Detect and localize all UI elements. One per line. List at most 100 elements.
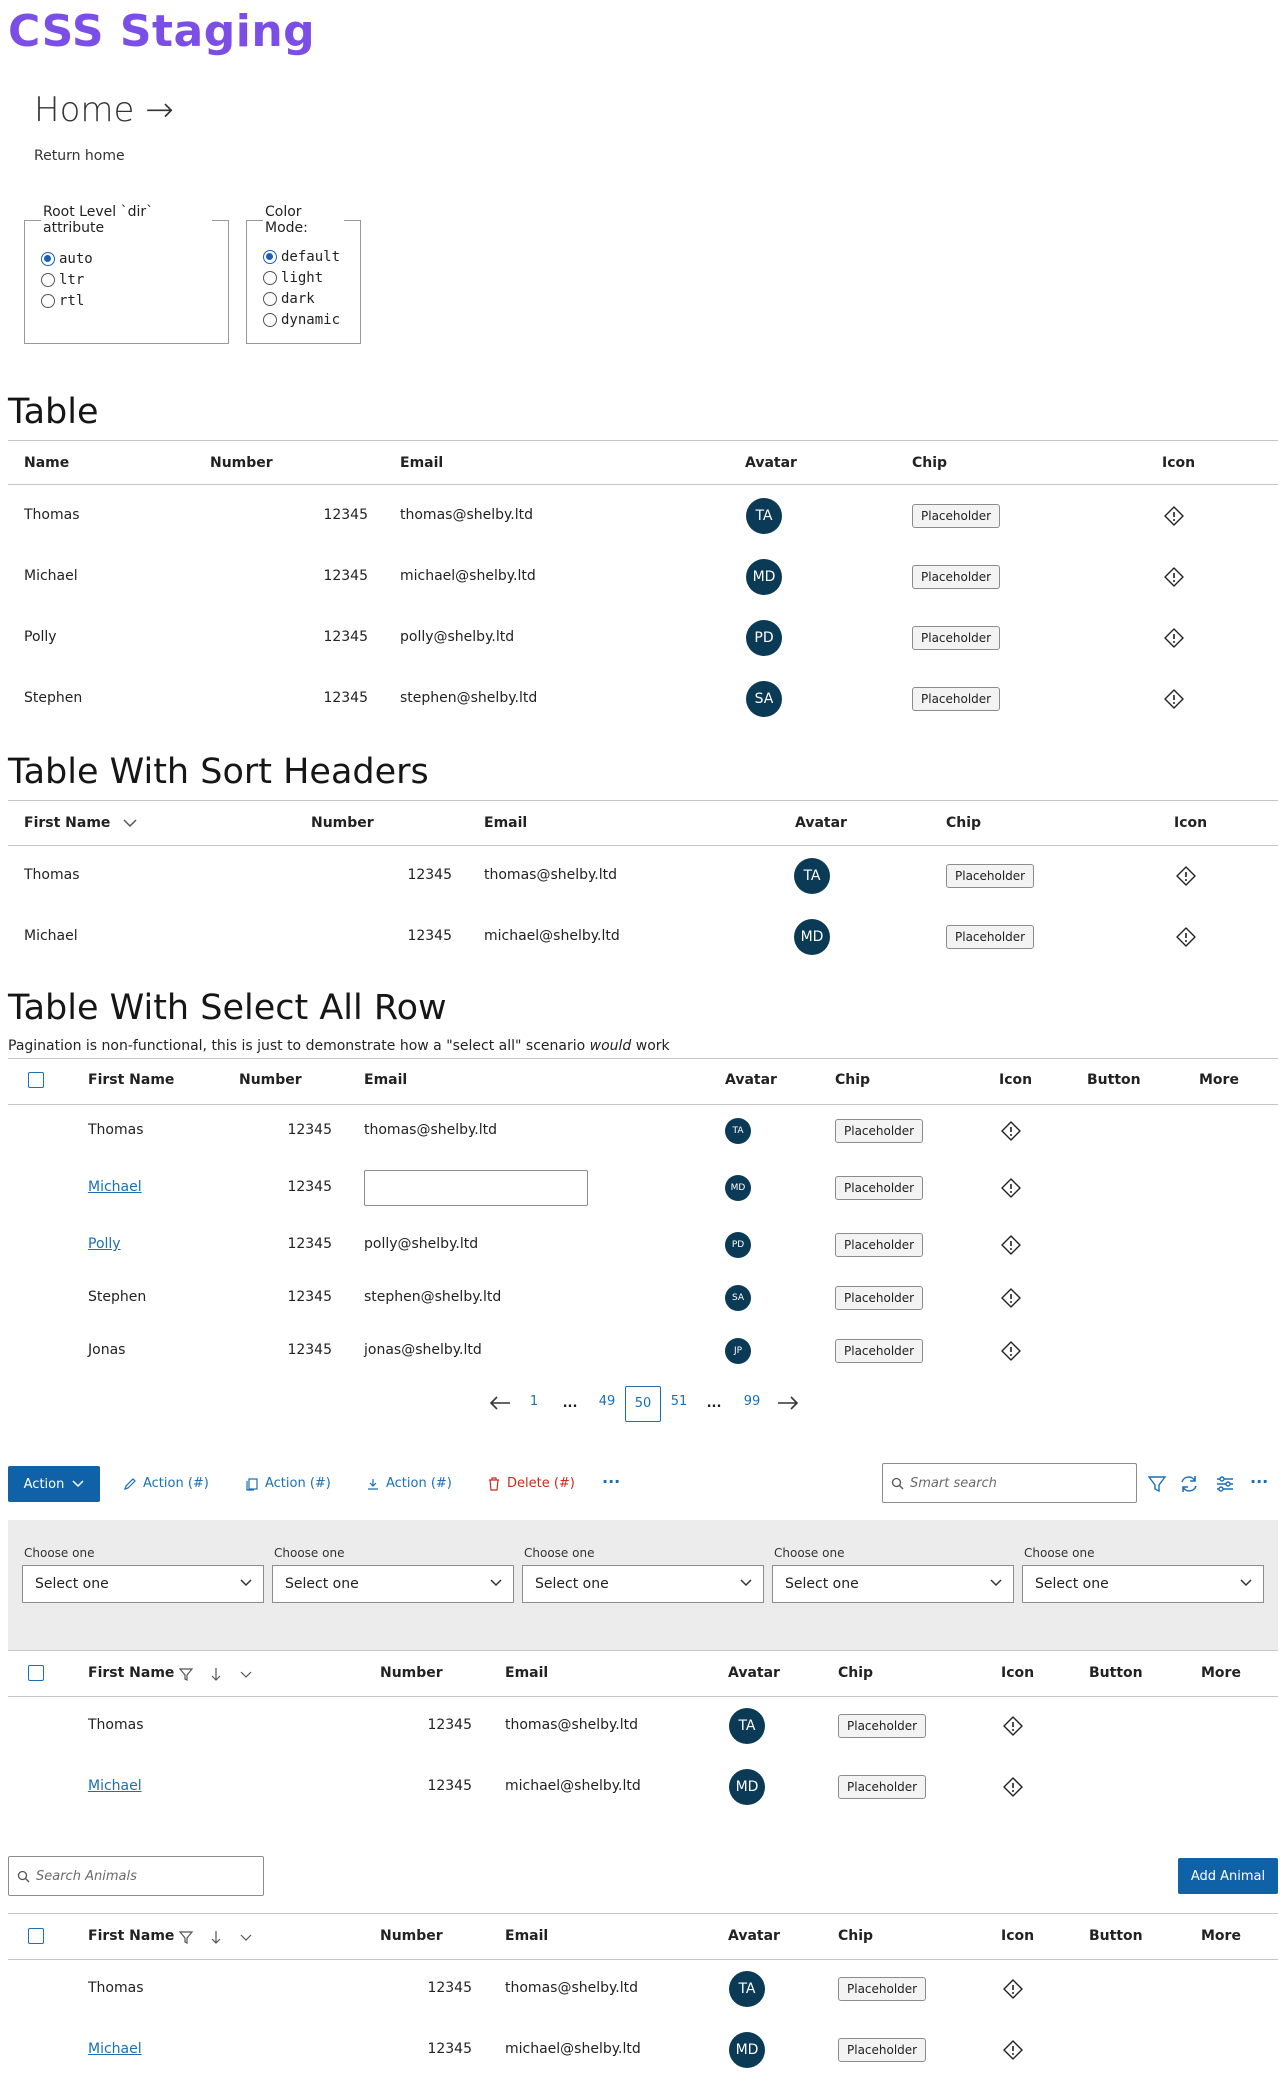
smart-search-input[interactable]: Smart search (882, 1463, 1137, 1503)
return-home-link[interactable]: Return home (34, 148, 125, 164)
select-all-checkbox[interactable] (28, 1665, 44, 1681)
col-header-chip: Chip (912, 455, 948, 471)
filter-select[interactable]: Select one (22, 1565, 264, 1603)
filter-select[interactable]: Select one (772, 1565, 1014, 1603)
overflow-menu-button[interactable]: ··· (602, 1472, 620, 1491)
app-title: CSS Staging (8, 6, 316, 57)
chip[interactable]: Placeholder (946, 925, 1035, 949)
filter-select[interactable]: Select one (522, 1565, 764, 1603)
chip[interactable]: Placeholder (838, 1977, 927, 2001)
radio[interactable] (263, 270, 277, 285)
search-animals-input[interactable]: Search Animals (8, 1856, 264, 1896)
home-link[interactable]: Home → (34, 90, 174, 130)
avatar: SA (725, 1285, 751, 1311)
chevron-down-icon[interactable] (123, 818, 137, 828)
cell-number: 12345 (287, 1236, 332, 1252)
cell-email: stephen@shelby.ltd (400, 690, 538, 706)
chevron-down-icon[interactable] (238, 1666, 254, 1682)
chip[interactable]: Placeholder (912, 687, 1001, 711)
table-title: Table With Sort Headers (8, 752, 429, 792)
pagination-current-page[interactable]: 50 (625, 1386, 661, 1422)
sort-down-icon[interactable] (208, 1929, 224, 1945)
chip[interactable]: Placeholder (835, 1339, 924, 1363)
radio-selected[interactable] (41, 251, 55, 266)
chip[interactable]: Placeholder (838, 2038, 927, 2062)
col-header-more: More (1201, 1928, 1241, 1944)
filter-icon[interactable] (178, 1929, 194, 1945)
email-input[interactable] (364, 1170, 588, 1206)
chip[interactable]: Placeholder (838, 1775, 927, 1799)
chip[interactable]: Placeholder (912, 565, 1001, 589)
pagination-page[interactable]: 1 (516, 1394, 552, 1409)
col-header-button: Button (1087, 1072, 1141, 1088)
chip[interactable]: Placeholder (835, 1119, 924, 1143)
pagination-page[interactable]: 51 (661, 1394, 697, 1409)
filter-icon[interactable] (1146, 1473, 1168, 1495)
chip[interactable]: Placeholder (835, 1176, 924, 1200)
toolbar-overflow-button[interactable]: ··· (1250, 1472, 1268, 1491)
pagination-page[interactable]: 99 (734, 1394, 770, 1409)
col-header-icon: Icon (1162, 455, 1196, 471)
chip[interactable]: Placeholder (835, 1286, 924, 1310)
chevron-down-icon (490, 1579, 502, 1587)
refresh-icon[interactable] (1178, 1473, 1200, 1495)
dir-option-rtl[interactable]: rtl (41, 290, 212, 311)
color-option-light[interactable]: light (263, 267, 344, 288)
chevron-down-icon[interactable] (238, 1929, 254, 1945)
arrow-right-icon[interactable] (776, 1394, 800, 1412)
cell-name[interactable]: Michael (88, 2041, 142, 2057)
divider (8, 1696, 1278, 1697)
select-all-checkbox[interactable] (28, 1928, 44, 1944)
color-option-dynamic[interactable]: dynamic (263, 309, 344, 330)
action-menu-button[interactable]: Action (8, 1466, 100, 1502)
arrow-left-icon[interactable] (488, 1394, 512, 1412)
radio[interactable] (263, 291, 277, 306)
dir-option-ltr[interactable]: ltr (41, 269, 212, 290)
sort-down-icon[interactable] (208, 1666, 224, 1682)
pencil-icon (124, 1477, 136, 1490)
col-header-email: Email (484, 815, 528, 831)
cell-number: 12345 (427, 2041, 472, 2057)
color-option-dark[interactable]: dark (263, 288, 344, 309)
chip[interactable]: Placeholder (838, 1714, 927, 1738)
add-animal-button[interactable]: Add Animal (1178, 1858, 1278, 1894)
edit-action-button[interactable]: Action (#) (123, 1476, 209, 1491)
chip[interactable]: Placeholder (912, 504, 1001, 528)
radio[interactable] (263, 312, 277, 327)
select-all-checkbox[interactable] (28, 1072, 44, 1088)
action-label: Delete (#) (507, 1476, 575, 1491)
warning-diamond-icon (1163, 505, 1185, 527)
chip[interactable]: Placeholder (912, 626, 1001, 650)
cell-name[interactable]: Michael (88, 1179, 142, 1195)
chip[interactable]: Placeholder (946, 864, 1035, 888)
color-mode-fieldset: Color Mode: default light dark dynamic (246, 204, 361, 344)
dir-option-auto[interactable]: auto (41, 248, 212, 269)
copy-action-button[interactable]: Action (#) (245, 1476, 331, 1491)
cell-email: polly@shelby.ltd (400, 629, 515, 645)
cell-email: thomas@shelby.ltd (364, 1122, 497, 1138)
cell-name[interactable]: Polly (88, 1236, 121, 1252)
divider (8, 1913, 1278, 1914)
cell-name: Thomas (88, 1980, 144, 1996)
col-header-first-name[interactable]: First Name (24, 815, 137, 831)
cell-name: Thomas (24, 867, 80, 883)
sliders-icon[interactable] (1214, 1473, 1236, 1495)
pagination-page[interactable]: 49 (589, 1394, 625, 1409)
cell-name[interactable]: Michael (88, 1778, 142, 1794)
warning-diamond-icon (1163, 566, 1185, 588)
chip[interactable]: Placeholder (835, 1233, 924, 1257)
download-icon (368, 1478, 378, 1490)
radio[interactable] (41, 272, 55, 287)
delete-action-button[interactable]: Delete (#) (487, 1476, 575, 1491)
search-placeholder: Search Animals (36, 1868, 137, 1884)
color-option-default[interactable]: default (263, 246, 344, 267)
download-action-button[interactable]: Action (#) (366, 1476, 452, 1491)
filter-icon[interactable] (178, 1666, 194, 1682)
filter-select[interactable]: Select one (272, 1565, 514, 1603)
col-header-number: Number (380, 1665, 443, 1681)
radio-selected[interactable] (263, 249, 277, 264)
cell-name: Thomas (24, 507, 80, 523)
radio[interactable] (41, 293, 55, 308)
filter-select[interactable]: Select one (1022, 1565, 1264, 1603)
header-label: First Name (24, 815, 111, 831)
